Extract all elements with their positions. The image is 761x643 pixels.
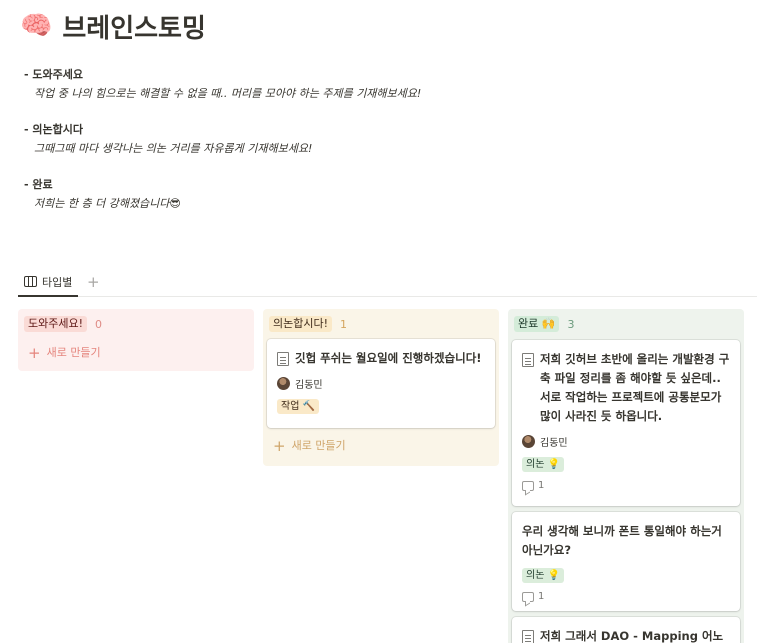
section-description: 그때그때 마다 생각나는 의논 거리를 자유롭게 기재해보세요! [34,142,313,155]
column-count: 0 [95,317,103,331]
card-title-text: 깃헙 푸쉬는 월요일에 진행하겠습니다! [295,351,482,365]
comment-count: 1 [538,480,545,491]
column-header[interactable]: 완료 🙌 3 [514,315,738,333]
page-icon [522,630,534,643]
board-card[interactable]: 깃헙 푸쉬는 월요일에 진행하겠습니다! 김동민 작업 🔨 [267,339,495,428]
new-card-button[interactable]: + 새로 만들기 [273,437,346,455]
column-count: 1 [340,317,348,331]
brain-emoji-icon: 🧠 [20,11,53,41]
avatar [522,435,535,448]
section-discuss: - 의논합시다 그때그때 마다 생각나는 의논 거리를 자유롭게 기재해보세요! [24,123,312,156]
person-name: 김동민 [295,380,323,391]
board-column-help: 도와주세요! 0 + 새로 만들기 [18,309,254,371]
board-card[interactable]: 저희 그래서 DAO - Mapping 어노테 [512,617,740,643]
section-heading: - 의논합시다 [24,123,83,136]
board-view-icon [24,276,37,287]
column-header[interactable]: 도와주세요! 0 [24,315,248,333]
column-tag: 의논합시다! [269,316,333,332]
plus-icon: + [28,344,41,362]
column-tag: 완료 🙌 [514,316,560,332]
section-help: - 도와주세요 작업 중 나의 힘으로는 해결할 수 없을 때.. 머리를 모아… [24,68,421,101]
board-card[interactable]: 저희 깃허브 초반에 올리는 개발환경 구축 파일 정리를 좀 해야할 듯 싶은… [512,340,740,506]
board-card[interactable]: 우리 생각해 보니까 폰트 통일해야 하는거 아닌가요? 의논 💡 1 [512,512,740,611]
card-tag: 의논 💡 [522,457,565,472]
tab-by-type[interactable]: 타입별 [18,268,79,297]
view-tabs: 타입별 + [18,268,757,297]
card-tag: 의논 💡 [522,568,565,583]
add-view-button[interactable]: + [87,272,100,292]
comment-icon [522,591,534,602]
new-card-button[interactable]: + 새로 만들기 [28,344,101,362]
board-column-discuss: 의논합시다! 1 깃헙 푸쉬는 월요일에 진행하겠습니다! 김동민 작업 🔨 +… [263,309,499,466]
page-title-text[interactable]: 브레인스토밍 [62,8,206,45]
person-name: 김동민 [540,438,568,449]
page-icon [277,352,289,366]
avatar [277,377,290,390]
card-tag: 작업 🔨 [277,399,320,414]
column-count: 3 [567,317,575,331]
card-title: 저희 깃허브 초반에 올리는 개발환경 구축 파일 정리를 좀 해야할 듯 싶은… [522,350,730,426]
tab-label: 타입별 [42,275,73,289]
section-heading: - 도와주세요 [24,68,83,81]
card-title-text: 우리 생각해 보니까 폰트 통일해야 하는거 아닌가요? [522,524,722,557]
board-column-done: 완료 🙌 3 저희 깃허브 초반에 올리는 개발환경 구축 파일 정리를 좀 해… [508,309,744,643]
comment-icon [522,480,534,491]
column-tag: 도와주세요! [24,316,88,332]
card-title: 우리 생각해 보니까 폰트 통일해야 하는거 아닌가요? [522,522,730,560]
card-person: 김동민 [277,376,485,391]
plus-icon: + [273,437,286,455]
section-description: 저희는 한 층 더 강해졌습니다😎 [34,197,181,210]
new-card-label: 새로 만들기 [291,439,346,452]
card-person: 김동민 [522,434,730,449]
page-icon [522,353,534,367]
card-title: 깃헙 푸쉬는 월요일에 진행하겠습니다! [277,349,485,368]
column-header[interactable]: 의논합시다! 1 [269,315,493,333]
comment-count: 1 [538,591,545,602]
section-done: - 완료 저희는 한 층 더 강해졌습니다😎 [24,178,181,211]
page-title: 🧠 브레인스토밍 [20,6,206,46]
new-card-label: 새로 만들기 [46,346,101,359]
card-title: 저희 그래서 DAO - Mapping 어노테 [522,627,730,643]
card-title-text: 저희 깃허브 초반에 올리는 개발환경 구축 파일 정리를 좀 해야할 듯 싶은… [540,352,730,423]
card-comments: 1 [522,480,730,491]
card-comments: 1 [522,591,730,602]
card-title-text: 저희 그래서 DAO - Mapping 어노테 [540,629,724,643]
section-description: 작업 중 나의 힘으로는 해결할 수 없을 때.. 머리를 모아야 하는 주제를… [34,87,422,100]
section-heading: - 완료 [24,178,53,191]
